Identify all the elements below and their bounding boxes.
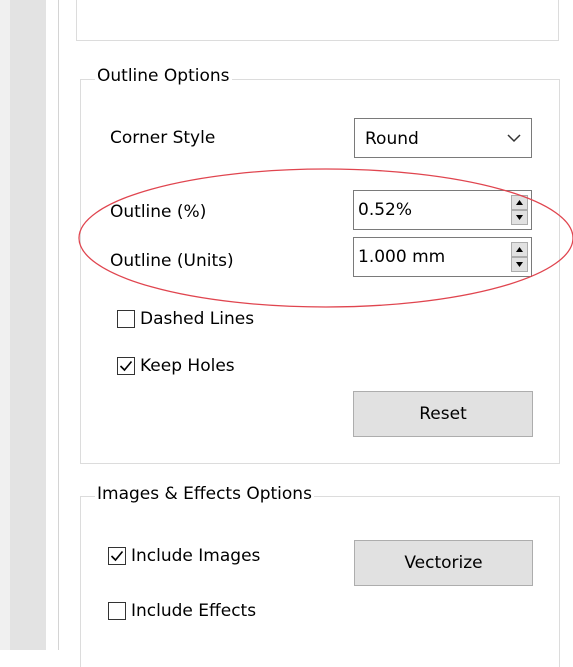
vectorize-button-label: Vectorize [404,553,483,573]
outline-percent-label: Outline (%) [110,202,207,222]
corner-style-value: Round [365,129,419,149]
outline-units-down-button[interactable] [511,257,528,272]
dashed-lines-checkbox-box [117,310,135,328]
include-images-checkbox-box [108,547,126,565]
keep-holes-checkbox-box [117,357,135,375]
include-effects-checkbox-box [108,602,126,620]
outline-units-label: Outline (Units) [110,251,234,271]
outline-percent-up-button[interactable] [511,195,528,210]
outline-percent-spinbox[interactable]: 0.52% [353,190,532,230]
dashed-lines-label: Dashed Lines [140,309,255,329]
panel-divider [58,0,59,650]
outline-percent-value: 0.52% [358,200,413,220]
spin-down-icon [516,215,523,220]
reset-button-label: Reset [419,404,467,424]
outline-percent-down-button[interactable] [511,210,528,225]
include-effects-label: Include Effects [131,601,257,621]
previous-group-box [76,0,559,41]
dashed-lines-checkbox[interactable]: Dashed Lines [117,309,254,329]
include-images-checkbox[interactable]: Include Images [108,546,260,566]
outline-options-legend: Outline Options [95,66,232,86]
spin-up-icon [516,200,523,205]
keep-holes-label: Keep Holes [140,356,235,376]
corner-style-label: Corner Style [110,128,216,148]
checkmark-icon [119,360,133,372]
reset-button[interactable]: Reset [353,391,533,437]
spin-down-icon [516,262,523,267]
chevron-down-icon [507,134,521,143]
outline-units-spin-buttons [511,242,528,272]
vectorize-button[interactable]: Vectorize [354,540,533,586]
include-images-label: Include Images [131,546,261,566]
outline-units-up-button[interactable] [511,242,528,257]
include-effects-checkbox[interactable]: Include Effects [108,601,256,621]
spin-up-icon [516,247,523,252]
outline-units-spinbox[interactable]: 1.000 mm [353,237,532,277]
checkmark-icon [110,550,124,562]
keep-holes-checkbox[interactable]: Keep Holes [117,356,235,376]
images-effects-options-legend: Images & Effects Options [95,484,314,504]
corner-style-dropdown[interactable]: Round [354,118,532,158]
outline-percent-spin-buttons [511,195,528,225]
outline-units-value: 1.000 mm [358,247,446,267]
left-scroll-area [10,0,46,650]
